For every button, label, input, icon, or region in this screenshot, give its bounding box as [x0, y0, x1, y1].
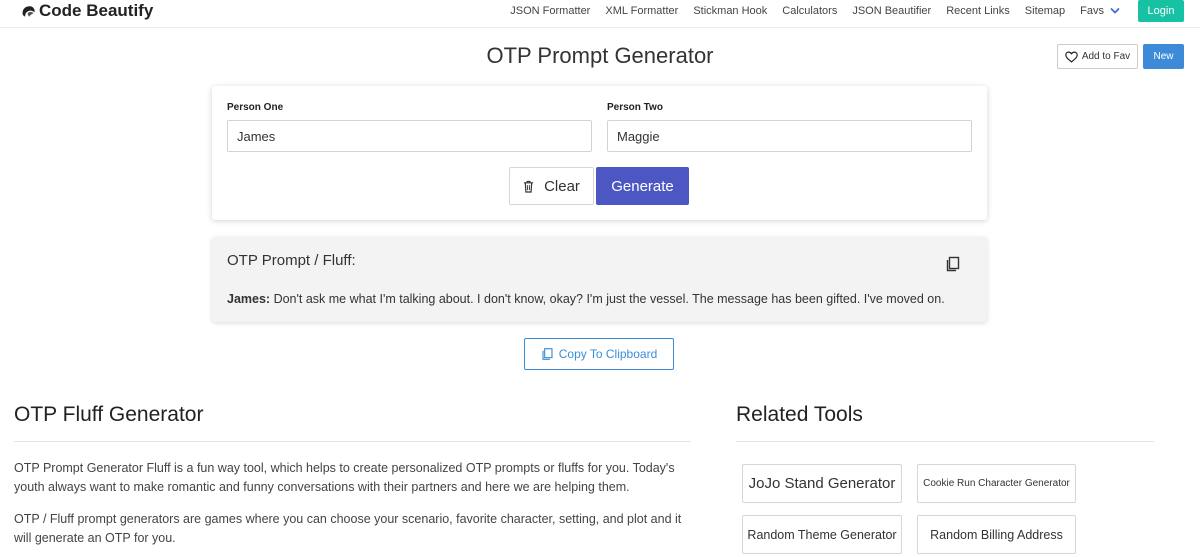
copy-to-clipboard-button[interactable]: Copy To Clipboard — [524, 338, 674, 370]
result-heading: OTP Prompt / Fluff: — [227, 252, 356, 269]
login-button[interactable]: Login — [1138, 0, 1184, 22]
input-form-card: Person One Person Two Clear Generate — [212, 86, 987, 220]
nav-links: JSON Formatter XML Formatter Stickman Ho… — [495, 5, 1120, 17]
nav-json-formatter[interactable]: JSON Formatter — [510, 5, 590, 17]
result-speaker: James: — [227, 292, 271, 306]
copy-icon[interactable] — [945, 256, 961, 272]
heart-icon — [1065, 51, 1078, 63]
copy-icon — [542, 348, 553, 360]
code-beautify-logo-icon — [22, 5, 35, 17]
person-one-label: Person One — [227, 102, 284, 113]
nav-recent-links[interactable]: Recent Links — [946, 5, 1010, 17]
add-to-fav-button[interactable]: Add to Fav — [1057, 44, 1138, 69]
brand[interactable]: Code Beautify — [20, 1, 153, 21]
nav-calculators[interactable]: Calculators — [782, 5, 837, 17]
result-text: James: Don't ask me what I'm talking abo… — [227, 292, 945, 306]
brand-name: Code Beautify — [39, 1, 154, 20]
copy-to-clipboard-label: Copy To Clipboard — [558, 347, 658, 361]
page-title: OTP Prompt Generator — [486, 43, 714, 68]
person-two-label: Person Two — [607, 102, 663, 113]
trash-icon — [523, 180, 534, 193]
about-paragraph-1: OTP Prompt Generator Fluff is a fun way … — [14, 461, 675, 494]
result-message: Don't ask me what I'm talking about. I d… — [273, 292, 945, 306]
tool-random-billing-address[interactable]: Random Billing Address — [917, 515, 1076, 554]
related-tools-title: Related Tools — [736, 403, 863, 426]
about-divider — [14, 441, 691, 442]
generate-button[interactable]: Generate — [596, 167, 689, 205]
person-one-input[interactable] — [227, 120, 592, 152]
navbar: Code Beautify JSON Formatter XML Formatt… — [0, 0, 1200, 25]
new-button[interactable]: New — [1143, 44, 1184, 69]
person-two-input[interactable] — [607, 120, 972, 152]
add-to-fav-label: Add to Fav — [1081, 51, 1131, 62]
clear-label: Clear — [544, 177, 580, 195]
about-title: OTP Fluff Generator — [14, 403, 204, 426]
nav-favs-dropdown[interactable]: Favs — [1080, 5, 1120, 17]
tool-cookie-run-character-generator[interactable]: Cookie Run Character Generator — [917, 464, 1076, 503]
nav-json-beautifier[interactable]: JSON Beautifier — [852, 5, 931, 17]
chevron-down-icon — [1110, 8, 1120, 14]
navbar-divider — [0, 27, 1200, 28]
nav-stickman-hook[interactable]: Stickman Hook — [693, 5, 767, 17]
clear-button[interactable]: Clear — [509, 167, 594, 205]
about-paragraph-2: OTP / Fluff prompt generators are games … — [14, 512, 682, 545]
tool-random-theme-generator[interactable]: Random Theme Generator — [742, 515, 902, 554]
nav-xml-formatter[interactable]: XML Formatter — [605, 5, 678, 17]
tool-jojo-stand-generator[interactable]: JoJo Stand Generator — [742, 464, 902, 503]
result-card: OTP Prompt / Fluff: James: Don't ask me … — [212, 237, 987, 322]
nav-favs-label: Favs — [1080, 5, 1104, 17]
nav-sitemap[interactable]: Sitemap — [1025, 5, 1065, 17]
related-tools-divider — [736, 441, 1154, 442]
